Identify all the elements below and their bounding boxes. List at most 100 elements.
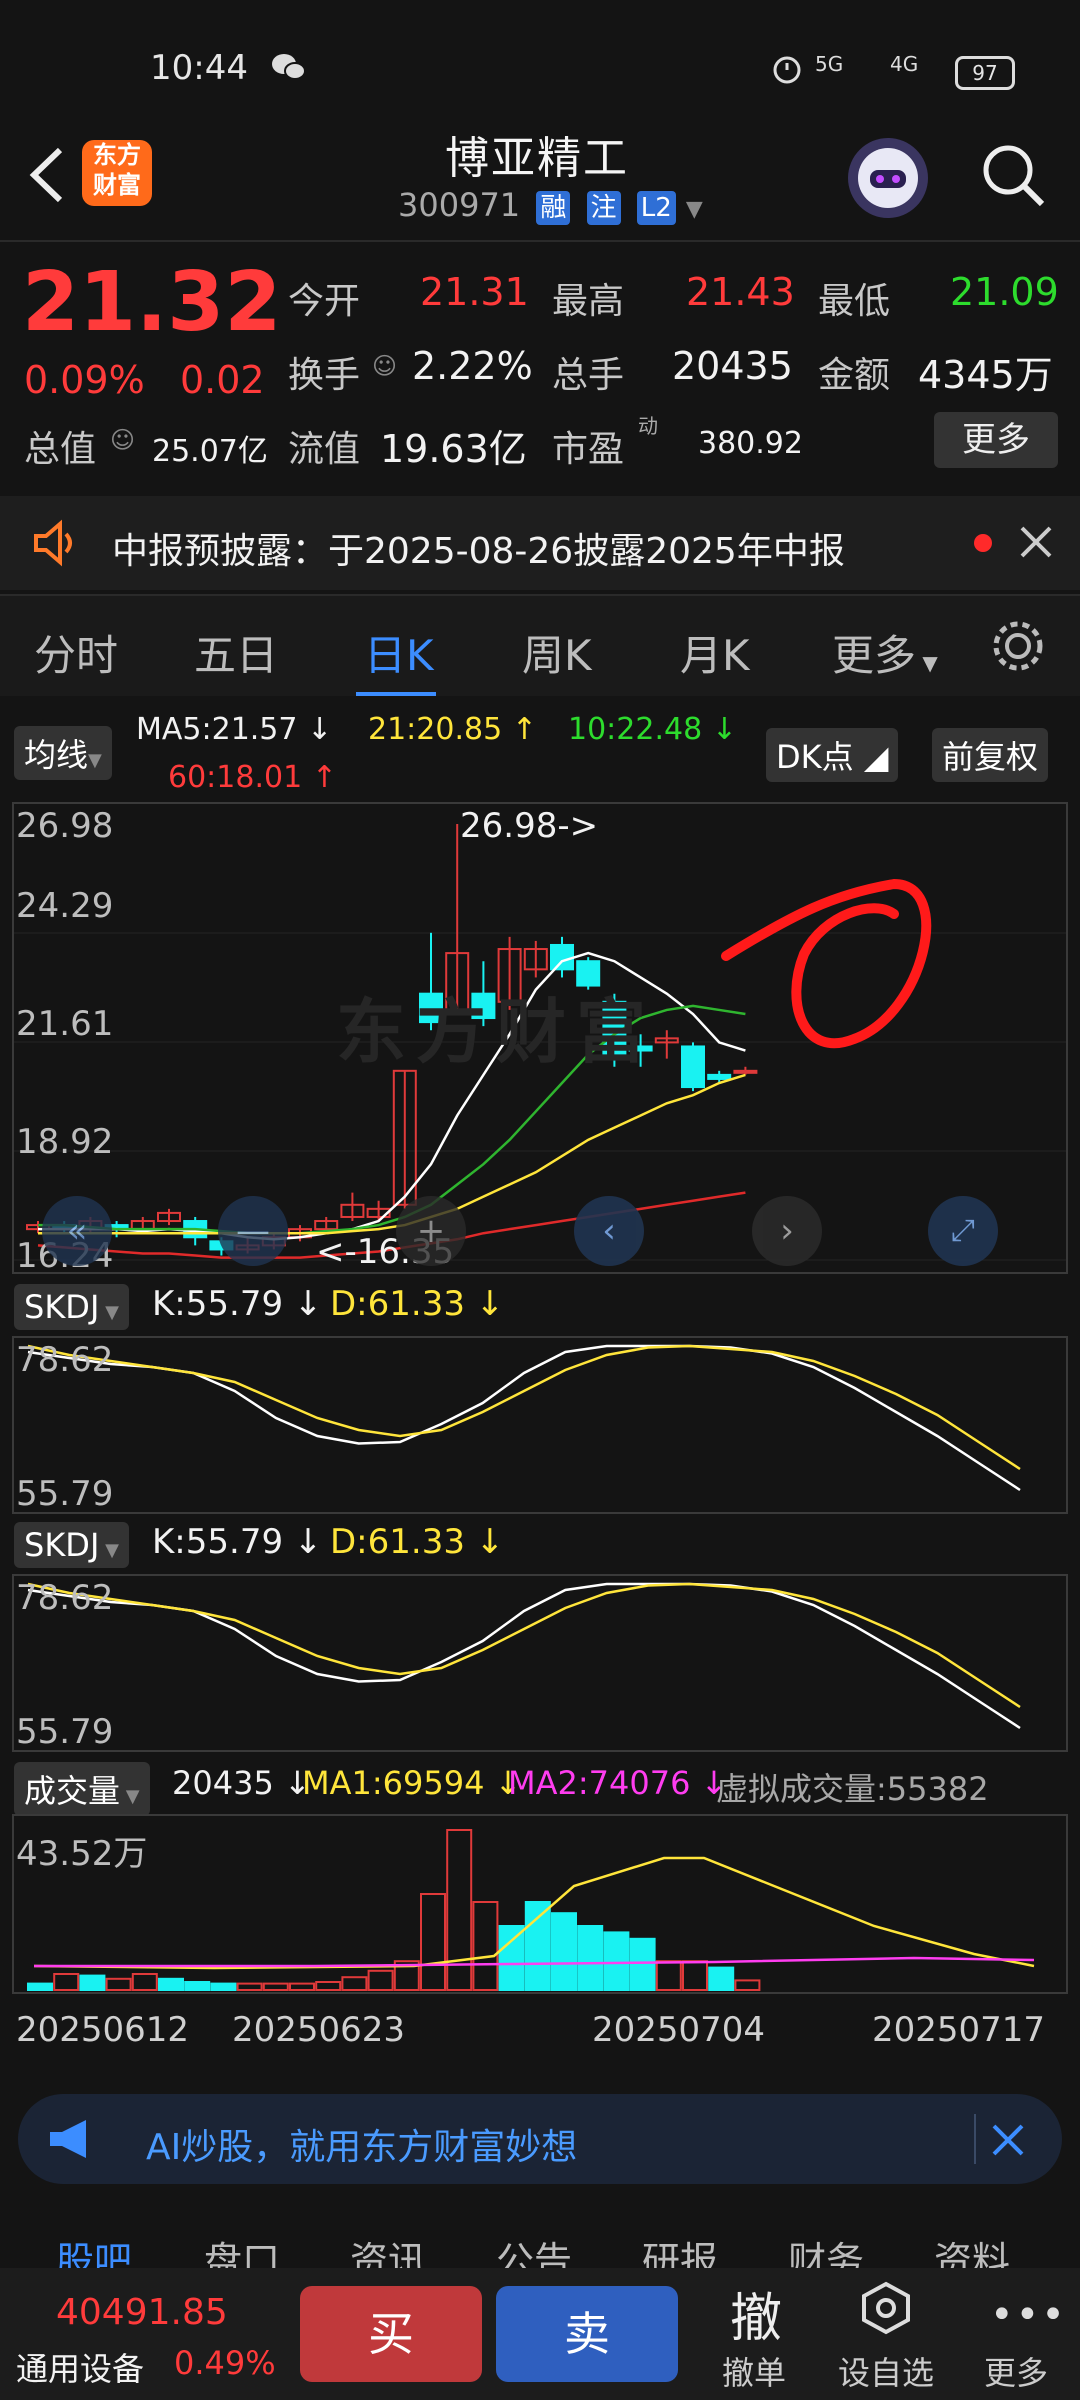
dropdown-icon[interactable]: ▼: [686, 197, 703, 222]
notice-text[interactable]: 中报预披露：于2025-08-26披露2025年中报: [112, 522, 845, 574]
volume-bar: [367, 1969, 394, 1992]
skdj2-k: K:55.79 ↓: [152, 1522, 323, 1562]
settings-gear-icon[interactable]: [988, 616, 1048, 676]
volume-bar: [341, 1976, 368, 1991]
tab-announcement[interactable]: 公告: [496, 2230, 572, 2270]
ma60-value: 60:18.01 ↑: [168, 760, 337, 795]
skdj-chip-2[interactable]: SKDJ ▼: [14, 1522, 129, 1568]
close-banner-icon[interactable]: [988, 2120, 1028, 2160]
volume-bar: [262, 1982, 289, 1992]
scroll-left-fast-button[interactable]: «: [42, 1196, 112, 1266]
more-label[interactable]: 更多: [984, 2348, 1048, 2394]
skdj2-d-text: D:61.33: [330, 1522, 465, 1562]
speaker-icon: [28, 516, 82, 570]
tab-news[interactable]: 资讯: [350, 2230, 426, 2270]
skdj-panel-1[interactable]: [12, 1336, 1068, 1514]
tab-guba[interactable]: 股吧: [56, 2230, 132, 2270]
tab-more[interactable]: 更多 ▼: [832, 622, 938, 683]
low-value: 21.09: [950, 270, 1059, 314]
skdj-chip-1[interactable]: SKDJ ▼: [14, 1284, 129, 1330]
float-label: 流值: [288, 429, 361, 470]
skdj-d-line: [27, 1582, 1021, 1709]
tab-monthly-k[interactable]: 月K: [680, 622, 750, 683]
volume-ma2: MA2:74076 ↓: [508, 1764, 728, 1802]
alarm-icon: [770, 52, 804, 86]
kline-y-label-3: 21.61: [16, 1004, 114, 1044]
cancel-order-label[interactable]: 撤单: [722, 2348, 786, 2394]
change-percent: 0.09%: [24, 358, 145, 402]
amount-value: 4345万: [918, 353, 1053, 397]
index-value[interactable]: 40491.85: [56, 2292, 228, 2333]
volume-chip[interactable]: 成交量 ▼: [14, 1762, 150, 1816]
sell-button[interactable]: 卖: [496, 2286, 678, 2382]
ai-banner-text[interactable]: AI炒股，就用东方财富妙想: [146, 2118, 577, 2170]
chevron-right-icon[interactable]: ›: [752, 1196, 822, 1266]
index-name[interactable]: 通用设备: [16, 2344, 144, 2390]
skdj2-k-text: K:55.79: [152, 1522, 284, 1562]
search-icon[interactable]: [978, 140, 1048, 210]
signal-4g-icon: 4G: [890, 52, 919, 76]
back-button[interactable]: [22, 140, 72, 210]
dk-point-button[interactable]: DK点 ◢: [766, 728, 899, 782]
watermark: 东方财富: [336, 991, 656, 1073]
ma-chip[interactable]: 均线▼: [14, 726, 112, 780]
skdj2-d: D:61.33 ↓: [330, 1522, 505, 1562]
ma5-value: MA5:21.57 ↓: [136, 712, 333, 747]
tab-five-day[interactable]: 五日: [194, 622, 278, 683]
tab-weekly-k[interactable]: 周K: [522, 622, 592, 683]
caret-down-icon: ▼: [99, 1302, 119, 1323]
volume-panel[interactable]: [12, 1814, 1068, 1994]
add-watchlist-label[interactable]: 设自选: [838, 2348, 934, 2394]
volume-chart: [27, 1829, 1035, 1992]
robot-avatar-icon[interactable]: [848, 138, 928, 218]
megaphone-icon: [44, 2114, 100, 2164]
chevron-left-icon[interactable]: ‹: [574, 1196, 644, 1266]
tab-daily-k[interactable]: 日K: [364, 622, 434, 683]
add-watchlist-icon[interactable]: [858, 2280, 914, 2336]
tab-minute[interactable]: 分时: [34, 622, 118, 683]
turnover-label: 换手: [288, 355, 361, 396]
index-pct: 0.49%: [174, 2344, 276, 2382]
skdj1-bottom: 55.79: [16, 1474, 114, 1514]
more-dots-icon[interactable]: •••: [990, 2292, 1067, 2338]
open-value: 21.31: [420, 270, 529, 314]
volume-bar: [27, 1982, 53, 1992]
active-tab-indicator: [356, 692, 436, 696]
volume-label: 总手: [552, 355, 625, 396]
skdj-d-line: [27, 1344, 1021, 1471]
volume-bar: [708, 1966, 735, 1992]
skdj-k-line: [27, 1344, 1021, 1492]
volume-bar: [210, 1982, 237, 1992]
candle-body: [550, 943, 574, 971]
more-quote-button[interactable]: 更多: [934, 412, 1058, 468]
logo-line-2: 财富: [93, 171, 141, 199]
zoom-out-button[interactable]: —: [218, 1196, 288, 1266]
volume-bar: [682, 1960, 708, 1991]
info-icon[interactable]: ☺: [372, 352, 397, 380]
ma5-text: MA5:21.57: [136, 712, 298, 747]
skdj1-top: 78.62: [16, 1340, 114, 1380]
caret-down-icon: ▼: [916, 651, 938, 675]
tab-profile[interactable]: 资料: [934, 2230, 1010, 2270]
turnover-value: 2.22%: [412, 344, 533, 388]
bottom-content-tabs: 股吧 盘口 资讯 公告 研报 财务 资料: [0, 2200, 1080, 2270]
volume-bar: [105, 1977, 132, 1992]
zoom-in-button[interactable]: +: [396, 1196, 466, 1266]
close-icon[interactable]: [1016, 522, 1056, 562]
volume-bar: [236, 1982, 263, 1992]
tab-research[interactable]: 研报: [642, 2230, 718, 2270]
tab-pankou[interactable]: 盘口: [204, 2230, 280, 2270]
tab-finance[interactable]: 财务: [788, 2230, 864, 2270]
info-icon[interactable]: ☺: [110, 426, 135, 454]
high-label: 最高: [552, 281, 625, 322]
skdj-chart-2: [27, 1582, 1021, 1730]
volume-bar: [655, 1960, 682, 1991]
fullscreen-icon[interactable]: ⤢: [928, 1196, 998, 1266]
high-value: 21.43: [686, 270, 795, 314]
skdj-k-line: [27, 1582, 1021, 1730]
skdj-panel-2[interactable]: [12, 1574, 1068, 1752]
buy-button[interactable]: 买: [300, 2286, 482, 2382]
adjust-button[interactable]: 前复权: [932, 728, 1049, 782]
cancel-big-icon[interactable]: 撤: [730, 2276, 782, 2351]
skdj1-k-text: K:55.79: [152, 1284, 284, 1324]
